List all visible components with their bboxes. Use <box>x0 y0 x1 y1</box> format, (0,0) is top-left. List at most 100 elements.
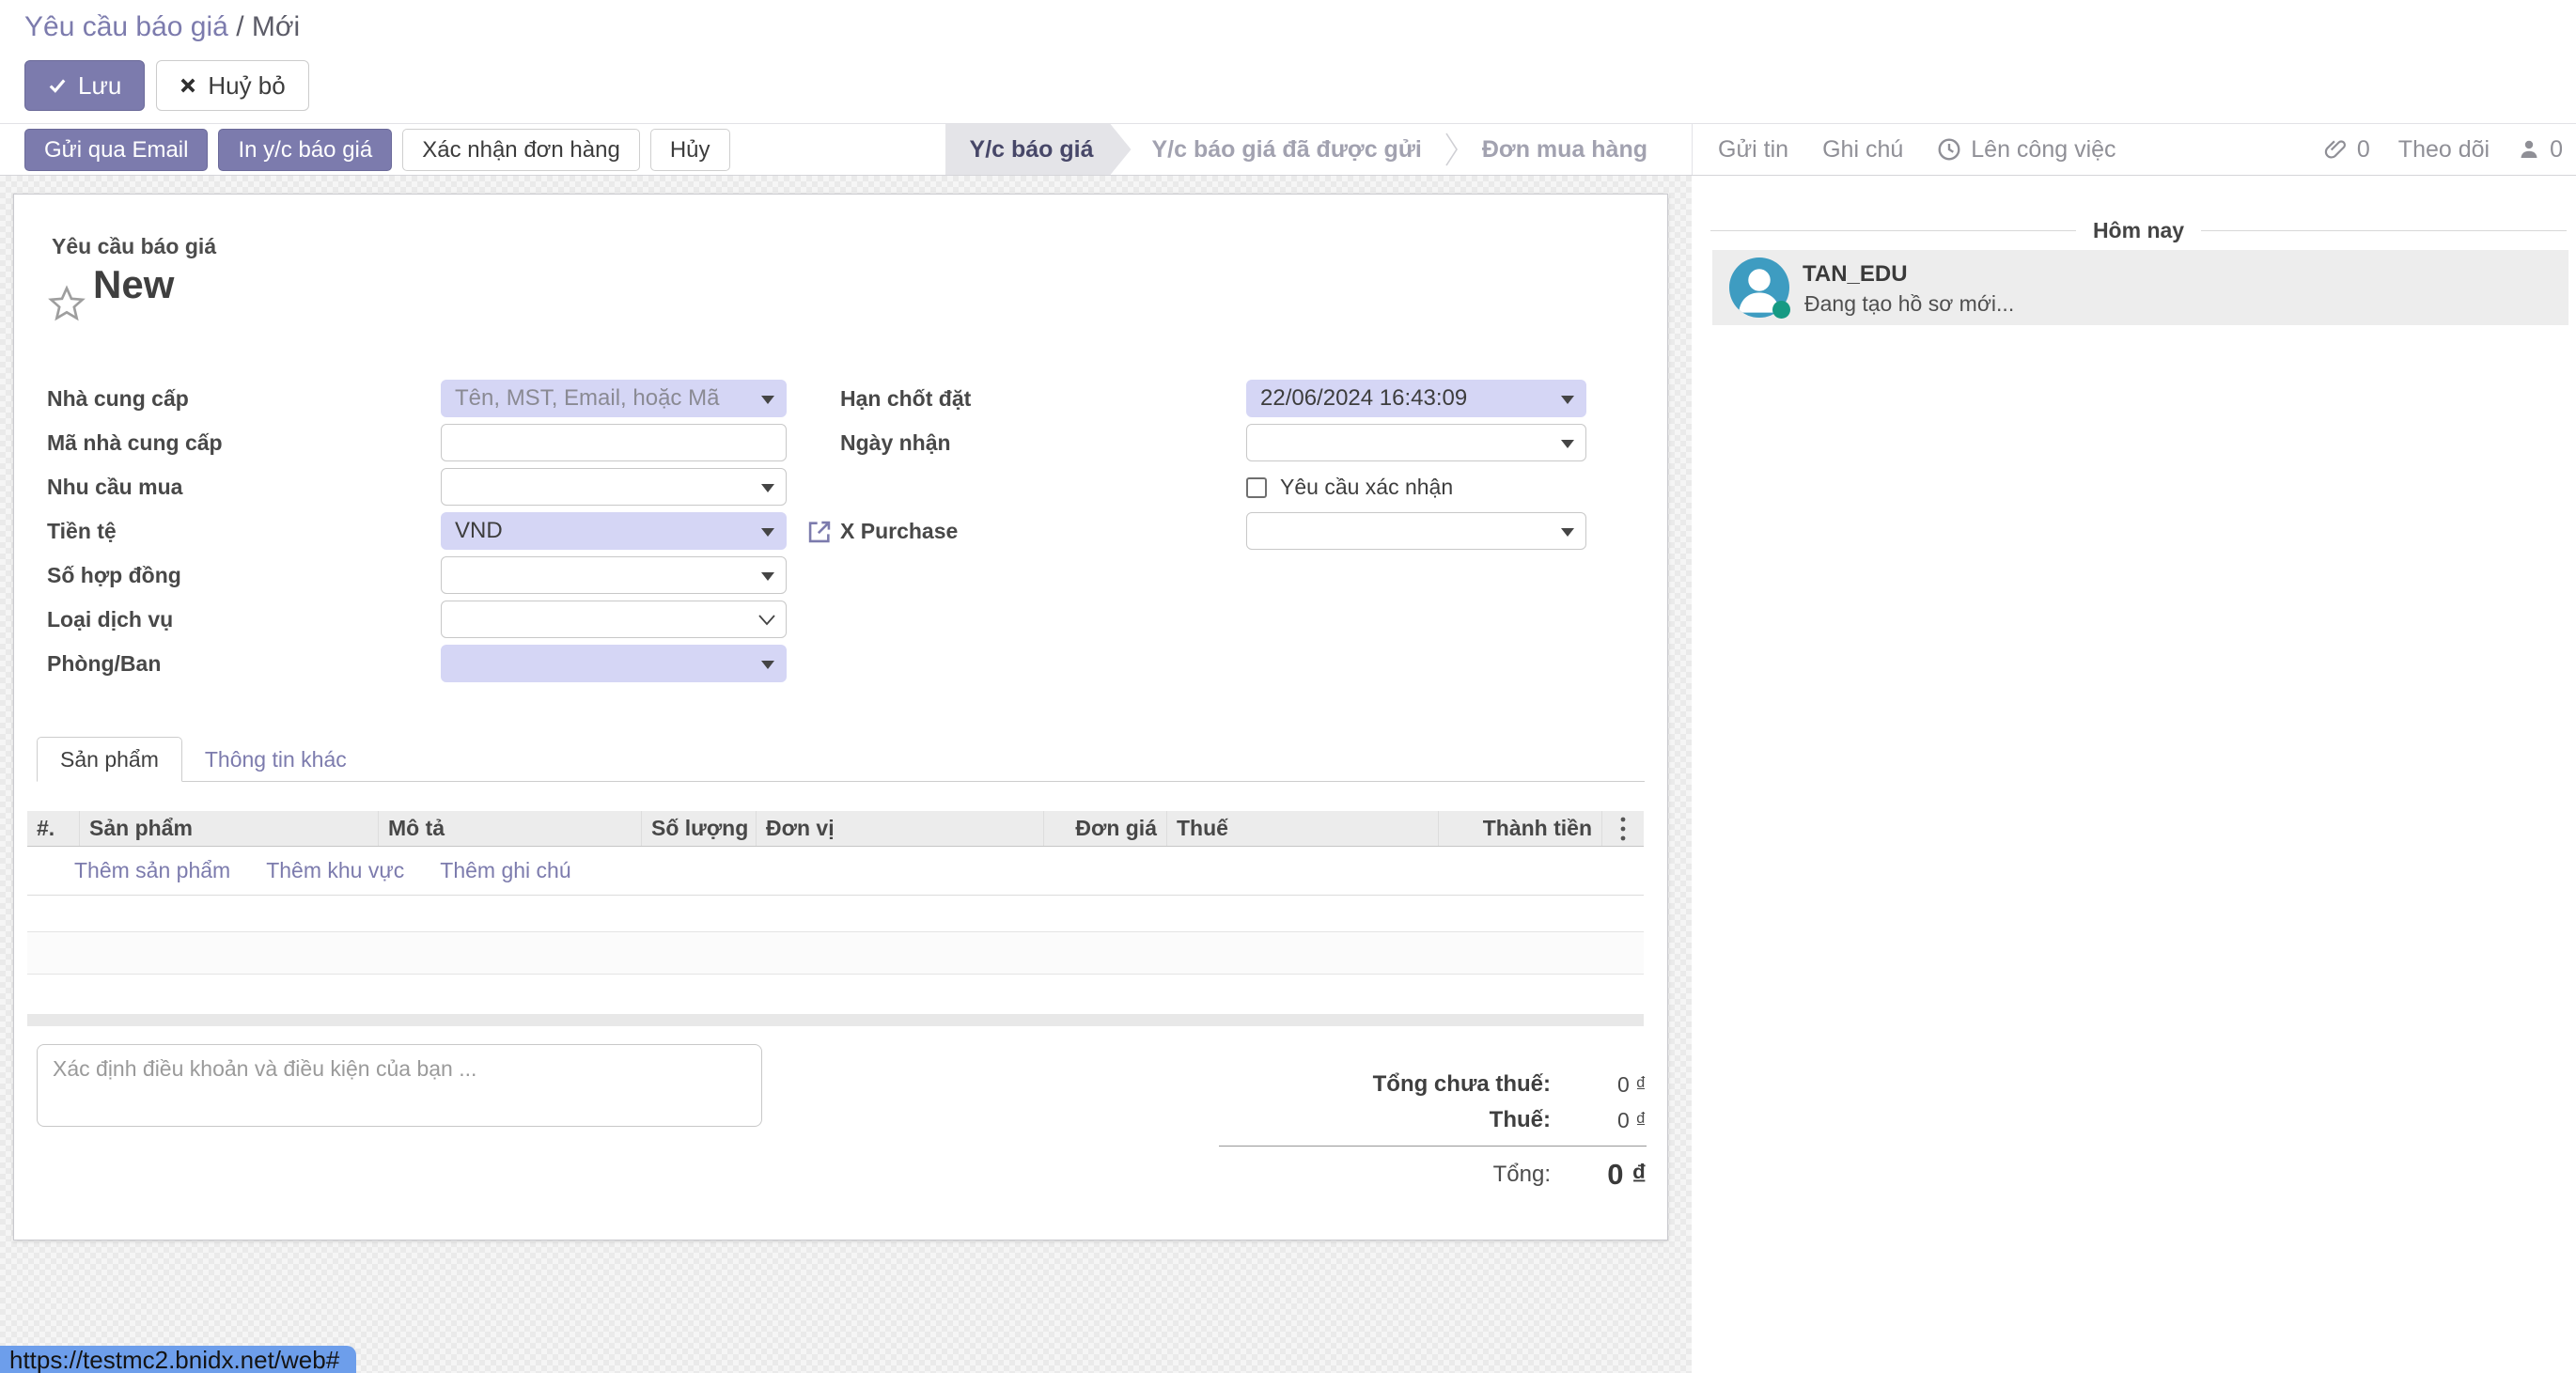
purchase-need-input[interactable] <box>441 468 787 506</box>
x-purchase-input[interactable] <box>1246 512 1586 550</box>
followers-count: 0 <box>2550 136 2563 164</box>
field-currency-label: Tiền tệ <box>47 511 117 551</box>
field-currency: Tiền tệ VND <box>40 511 820 555</box>
col-quantity[interactable]: Số lượng <box>642 811 757 846</box>
breadcrumb-parent-link[interactable]: Yêu cầu báo giá <box>24 11 228 42</box>
col-uom[interactable]: Đơn vị <box>757 811 1044 846</box>
record-title: New <box>93 262 174 307</box>
service-type-select[interactable] <box>441 601 787 638</box>
external-link-icon[interactable] <box>806 519 833 545</box>
statusbar-stage-rfq[interactable]: Y/c báo giá <box>945 124 1132 175</box>
send-by-email-button[interactable]: Gửi qua Email <box>24 129 208 171</box>
tab-other-info[interactable]: Thông tin khác <box>182 738 369 781</box>
workflow-buttons: Gửi qua Email In y/c báo giá Xác nhận đơ… <box>24 129 730 171</box>
confirmation-required-checkbox[interactable] <box>1246 477 1267 498</box>
field-x-purchase-label: X Purchase <box>840 511 958 551</box>
untaxed-total-label: Tổng chưa thuế: <box>1373 1071 1551 1098</box>
grand-total-label: Tổng: <box>1493 1162 1551 1188</box>
statusbar-stage-purchase-order[interactable]: Đơn mua hàng <box>1461 136 1668 164</box>
follow-button[interactable]: Theo dõi <box>2398 136 2490 164</box>
panel-divider <box>1692 124 1693 175</box>
attachments-button[interactable]: 0 <box>2323 136 2370 164</box>
log-note-button[interactable]: Ghi chú <box>1822 136 1903 164</box>
caret-down-icon <box>1561 440 1574 448</box>
col-product[interactable]: Sản phẩm <box>80 811 379 846</box>
field-order-deadline-label: Hạn chốt đặt <box>840 379 971 418</box>
column-options-button[interactable] <box>1602 811 1644 846</box>
field-contract-number-label: Số hợp đồng <box>47 555 181 595</box>
tax-total-row: Thuế: 0 ₫ <box>1120 1102 1647 1138</box>
field-contract-number: Số hợp đồng <box>40 555 820 600</box>
vendor-code-input[interactable] <box>441 424 787 461</box>
tab-products[interactable]: Sản phẩm <box>37 737 182 782</box>
model-label: Yêu cầu báo giá <box>52 234 216 259</box>
table-header-row: #. Sản phẩm Mô tả Số lượng Đơn vị Đơn gi… <box>27 811 1644 847</box>
field-service-type: Loại dịch vụ <box>40 600 820 644</box>
paperclip-icon <box>2323 137 2348 162</box>
field-confirmation-required: Yêu cầu xác nhận <box>827 467 1635 511</box>
field-receipt-date: Ngày nhận <box>827 423 1635 467</box>
order-deadline-input[interactable]: 22/06/2024 16:43:09 <box>1246 380 1586 417</box>
col-description[interactable]: Mô tả <box>379 811 642 846</box>
statusbar: Y/c báo giá Y/c báo giá đã được gửi Đơn … <box>945 124 1668 175</box>
confirm-order-button[interactable]: Xác nhận đơn hàng <box>402 129 640 171</box>
breadcrumb-current: Mới <box>252 11 300 42</box>
grand-total-row: Tổng: 0 ₫ <box>1120 1154 1647 1195</box>
currency-input[interactable]: VND <box>441 512 787 550</box>
kebab-icon <box>1620 817 1626 841</box>
field-department: Phòng/Ban <box>40 644 820 688</box>
fields-right-column: Hạn chốt đặt 22/06/2024 16:43:09 Ngày nh… <box>827 379 1635 555</box>
terms-textarea[interactable] <box>37 1044 762 1127</box>
untaxed-total-value: 0 ₫ <box>1579 1072 1647 1098</box>
col-subtotal[interactable]: Thành tiền <box>1439 811 1602 846</box>
star-icon[interactable] <box>48 285 86 322</box>
chatter-toolbar: Gửi tin Ghi chú Lên công việc 0 Theo dõi <box>1718 124 2563 175</box>
discard-button[interactable]: Huỷ bỏ <box>156 60 308 111</box>
save-button[interactable]: Lưu <box>24 60 145 111</box>
field-vendor-code: Mã nhà cung cấp <box>40 423 820 467</box>
col-index[interactable]: #. <box>27 811 80 846</box>
discard-button-label: Huỷ bỏ <box>208 71 285 101</box>
field-purchase-need-label: Nhu cầu mua <box>47 467 182 507</box>
statusbar-stage-rfq-sent[interactable]: Y/c báo giá đã được gửi <box>1132 136 1443 164</box>
caret-down-icon <box>1561 528 1574 537</box>
chatter-message[interactable]: TAN_EDU Đang tạo hồ sơ mới... <box>1712 250 2568 325</box>
message-author: TAN_EDU <box>1803 261 1908 288</box>
field-vendor: Nhà cung cấp Tên, MST, Email, hoặc Mã <box>40 379 820 423</box>
person-icon <box>2518 138 2540 161</box>
add-note-link[interactable]: Thêm ghi chú <box>440 858 570 883</box>
empty-table-band <box>27 931 1644 975</box>
field-vendor-label: Nhà cung cấp <box>47 379 189 418</box>
followers-button[interactable]: 0 <box>2518 136 2563 164</box>
col-unit-price[interactable]: Đơn giá <box>1044 811 1167 846</box>
field-x-purchase: X Purchase <box>827 511 1635 555</box>
col-tax[interactable]: Thuế <box>1167 811 1439 846</box>
grand-total-value: 0 ₫ <box>1579 1158 1647 1192</box>
department-input[interactable] <box>441 645 787 682</box>
schedule-activity-button[interactable]: Lên công việc <box>1937 136 2115 164</box>
send-message-button[interactable]: Gửi tin <box>1718 136 1788 164</box>
x-icon <box>180 77 196 94</box>
contract-number-input[interactable] <box>441 556 787 594</box>
field-department-label: Phòng/Ban <box>47 644 161 683</box>
record-action-buttons: Lưu Huỷ bỏ <box>24 60 309 111</box>
content: Yêu cầu báo giá New Nhà cung cấp Tên, MS… <box>0 176 2576 1373</box>
caret-down-icon <box>761 528 774 537</box>
avatar <box>1729 257 1789 318</box>
table-add-links-row: Thêm sản phẩm Thêm khu vực Thêm ghi chú <box>27 847 1644 896</box>
field-receipt-date-label: Ngày nhận <box>840 423 951 462</box>
horizontal-scrollbar[interactable] <box>27 1014 1644 1026</box>
caret-down-icon <box>761 484 774 492</box>
caret-down-icon <box>761 572 774 581</box>
vendor-input[interactable]: Tên, MST, Email, hoặc Mã <box>441 380 787 417</box>
caret-down-icon <box>1561 396 1574 404</box>
print-rfq-button[interactable]: In y/c báo giá <box>218 129 392 171</box>
cancel-button[interactable]: Hủy <box>650 129 730 171</box>
check-icon <box>48 76 67 95</box>
form-area: Yêu cầu báo giá New Nhà cung cấp Tên, MS… <box>0 176 1692 1373</box>
add-section-link[interactable]: Thêm khu vực <box>266 858 404 883</box>
field-order-deadline: Hạn chốt đặt 22/06/2024 16:43:09 <box>827 379 1635 423</box>
notebook-tabs: Sản phẩm Thông tin khác <box>37 737 1645 782</box>
receipt-date-input[interactable] <box>1246 424 1586 461</box>
add-product-link[interactable]: Thêm sản phẩm <box>74 858 230 883</box>
